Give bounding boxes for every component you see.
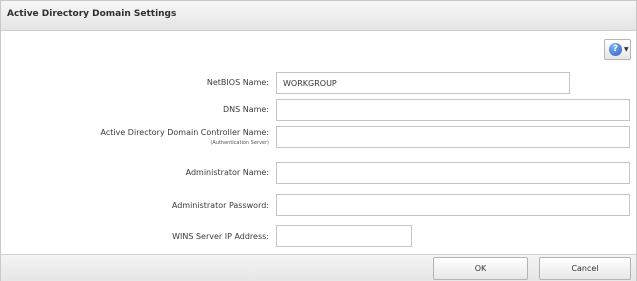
administrator-name-input[interactable] [276, 162, 630, 184]
wins-server-ip-input[interactable] [276, 225, 412, 247]
ad-controller-sublabel: (Authentication Server) [210, 140, 269, 146]
dialog-title-bar: Active Directory Domain Settings [1, 1, 636, 31]
administrator-password-input[interactable] [276, 194, 630, 216]
dialog-footer: OK Cancel [1, 254, 636, 281]
help-button[interactable]: ? ▼ [604, 39, 631, 60]
ok-button[interactable]: OK [433, 257, 528, 280]
wins-server-ip-label: WINS Server IP Address: [172, 232, 269, 241]
dns-name-label: DNS Name: [222, 105, 269, 114]
help-icon: ? [609, 43, 622, 56]
cancel-button[interactable]: Cancel [539, 257, 631, 280]
administrator-password-label: Administrator Password: [171, 201, 269, 210]
dns-name-input[interactable] [276, 99, 630, 121]
netbios-name-label: NetBIOS Name: [206, 78, 269, 87]
ad-controller-name-label: Active Directory Domain Controller Name: [100, 128, 269, 137]
administrator-name-label: Administrator Name: [185, 168, 269, 177]
dialog-title: Active Directory Domain Settings [7, 9, 177, 19]
ad-controller-name-input[interactable] [276, 126, 630, 148]
chevron-down-icon: ▼ [624, 46, 629, 53]
netbios-name-input[interactable] [276, 72, 570, 94]
ad-domain-settings-dialog: Active Directory Domain Settings ? ▼ Net… [0, 0, 637, 281]
